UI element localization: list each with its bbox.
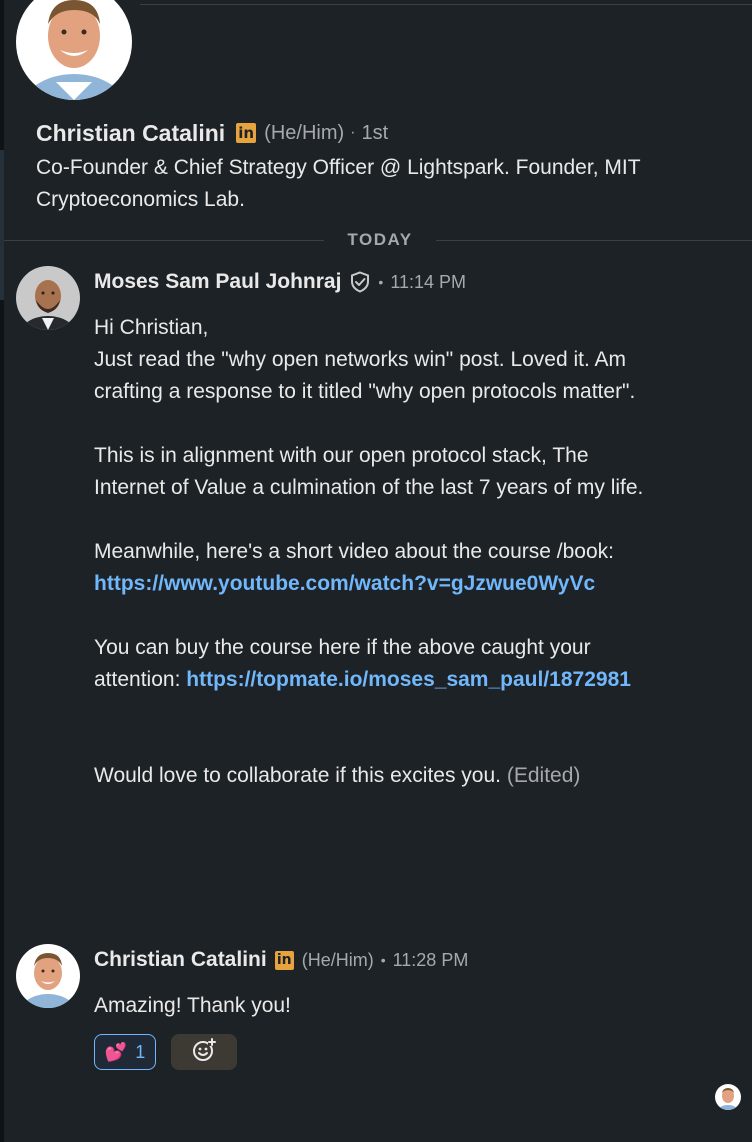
profile-name[interactable]: Christian Catalini bbox=[36, 120, 225, 147]
separator-dot: • bbox=[378, 274, 384, 290]
separator-dot: • bbox=[380, 952, 386, 968]
sender-name[interactable]: Moses Sam Paul Johnraj bbox=[94, 270, 341, 294]
add-emoji-icon bbox=[191, 1037, 217, 1068]
message-body: Amazing! Thank you! bbox=[94, 990, 674, 1022]
read-receipt-avatar bbox=[715, 1084, 741, 1110]
profile-avatar[interactable] bbox=[16, 0, 132, 100]
divider-line-right bbox=[436, 240, 752, 241]
profile-pronouns: (He/Him) bbox=[264, 121, 345, 144]
message-text: This is in alignment with our open proto… bbox=[94, 444, 644, 499]
profile-name-row: Christian Catalini in (He/Him) · 1st bbox=[36, 116, 388, 150]
two-hearts-icon: 💕 bbox=[104, 1041, 128, 1062]
day-label: TODAY bbox=[347, 230, 413, 249]
separator-dot: · bbox=[350, 124, 356, 141]
message-header: Christian Catalini in (He/Him) • 11:28 P… bbox=[94, 945, 468, 975]
reaction-count: 1 bbox=[135, 1041, 146, 1062]
reaction-pill[interactable]: 💕 1 bbox=[94, 1034, 156, 1070]
course-link[interactable]: https://topmate.io/moses_sam_paul/187298… bbox=[186, 668, 631, 691]
add-reaction-button[interactable] bbox=[171, 1034, 237, 1070]
connection-degree: 1st bbox=[361, 121, 389, 144]
message-text: Amazing! Thank you! bbox=[94, 994, 291, 1017]
sender-avatar[interactable] bbox=[16, 944, 80, 1008]
sender-pronouns: (He/Him) bbox=[301, 949, 374, 970]
divider-line-left bbox=[4, 240, 324, 241]
day-divider: TODAY bbox=[4, 228, 752, 254]
message-time: 11:28 PM bbox=[392, 949, 469, 970]
shield-check-icon bbox=[349, 271, 371, 293]
edited-label: (Edited) bbox=[506, 764, 581, 787]
message-time: 11:14 PM bbox=[390, 271, 467, 292]
message-text: Would love to collaborate if this excite… bbox=[94, 764, 501, 787]
message-text: Just read the "why open networks win" po… bbox=[94, 348, 636, 403]
linkedin-premium-icon: in bbox=[274, 950, 294, 970]
linkedin-premium-icon: in bbox=[236, 123, 257, 143]
message-text: Meanwhile, here's a short video about th… bbox=[94, 540, 614, 563]
message-body: Hi Christian, Just read the "why open ne… bbox=[94, 312, 674, 792]
message-header: Moses Sam Paul Johnraj • 11:14 PM bbox=[94, 267, 466, 297]
video-link[interactable]: https://www.youtube.com/watch?v=gJzwue0W… bbox=[94, 572, 595, 595]
conversation-pane: Christian Catalini in (He/Him) · 1st Co-… bbox=[0, 0, 752, 1142]
profile-headline: Co-Founder & Chief Strategy Officer @ Li… bbox=[36, 156, 641, 211]
sender-avatar[interactable] bbox=[16, 266, 80, 330]
message-text: Hi Christian, bbox=[94, 316, 209, 339]
left-panel-selection bbox=[0, 150, 4, 300]
sender-name[interactable]: Christian Catalini bbox=[94, 948, 267, 972]
top-divider bbox=[140, 4, 752, 5]
